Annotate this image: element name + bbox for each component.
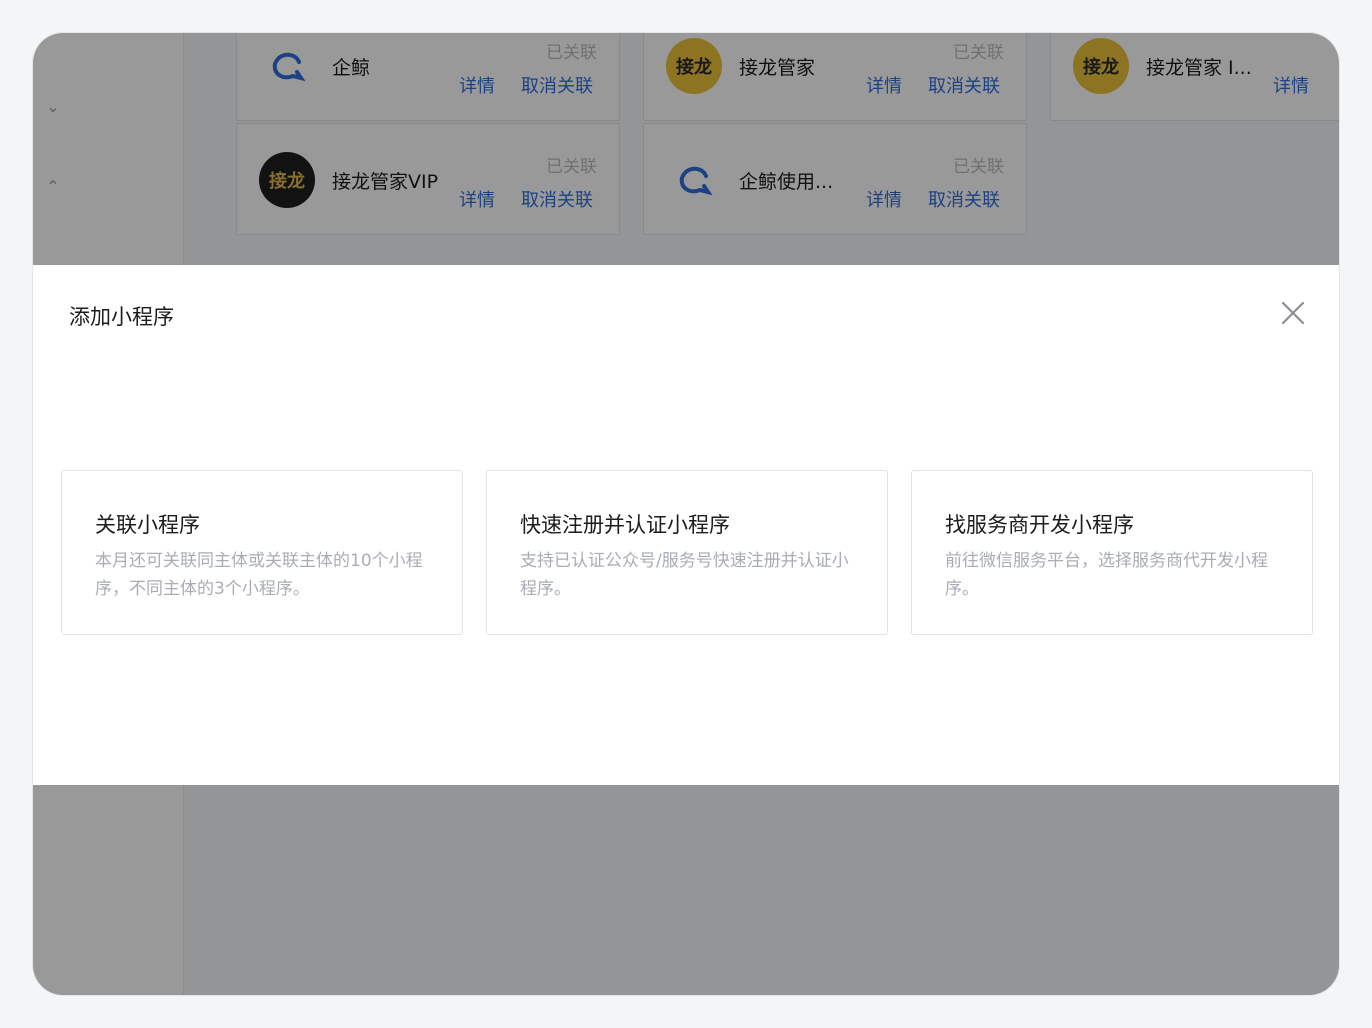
option-title: 快速注册并认证小程序 xyxy=(520,513,730,537)
find-service-provider-option[interactable]: 找服务商开发小程序 前往微信服务平台，选择服务商代开发小程序。 xyxy=(911,470,1313,635)
option-title: 关联小程序 xyxy=(95,513,200,537)
option-description: 本月还可关联同主体或关联主体的10个小程序，不同主体的3个小程序。 xyxy=(95,551,423,599)
option-description: 前往微信服务平台，选择服务商代开发小程序。 xyxy=(945,551,1268,599)
quick-register-option[interactable]: 快速注册并认证小程序 支持已认证公众号/服务号快速注册并认证小程序。 xyxy=(486,470,888,635)
app-window: ⌄ ⌃ 企鲸 已关联 详情 取消关联 接龙 接龙管家 已关联 详情 取消关联 接… xyxy=(33,33,1339,995)
option-description: 支持已认证公众号/服务号快速注册并认证小程序。 xyxy=(520,551,849,599)
option-title: 找服务商开发小程序 xyxy=(945,513,1134,537)
dialog-title: 添加小程序 xyxy=(69,305,174,329)
close-icon[interactable] xyxy=(1277,297,1309,329)
add-miniprogram-dialog: 添加小程序 关联小程序 本月还可关联同主体或关联主体的10个小程序，不同主体的3… xyxy=(33,265,1339,785)
link-miniprogram-option[interactable]: 关联小程序 本月还可关联同主体或关联主体的10个小程序，不同主体的3个小程序。 xyxy=(61,470,463,635)
